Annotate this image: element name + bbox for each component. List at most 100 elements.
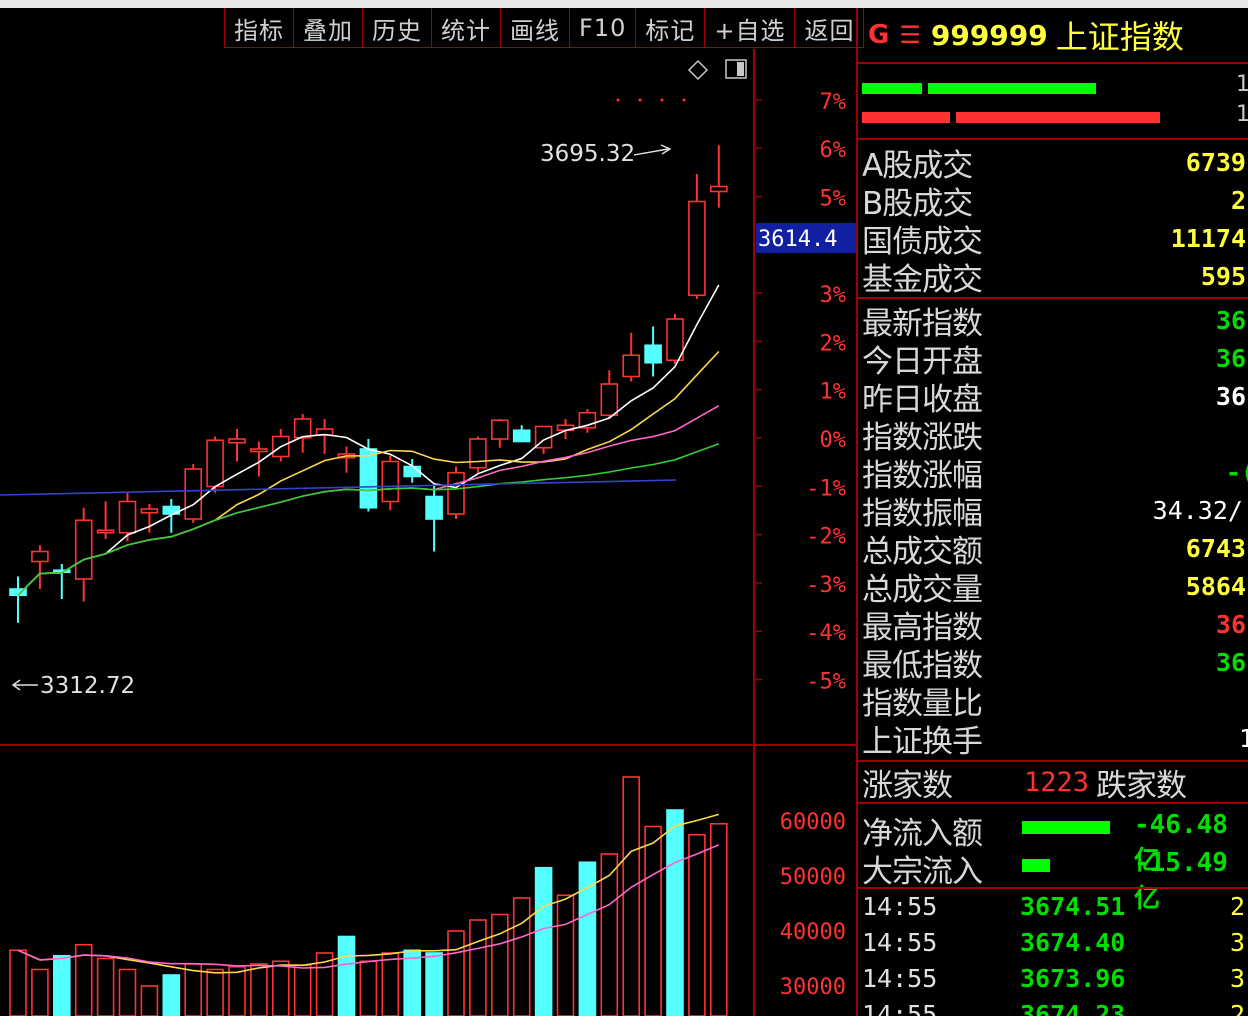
stat-row: 基金成交 595 (858, 257, 1248, 298)
candle (425, 485, 443, 552)
high-annotation: 3695.32 (540, 141, 635, 167)
tick-volume: 2 (1230, 1000, 1246, 1016)
stat-row: 今日开盘 36 (858, 339, 1248, 380)
pct-tick-label: -1% (806, 476, 846, 501)
flow-row: 净流入额 -46.48亿 (858, 808, 1248, 876)
volume-bar (469, 919, 487, 1016)
pct-tick-label: 6% (820, 138, 847, 163)
up-count-value: 1223 (1024, 766, 1090, 798)
candle-body (140, 508, 159, 514)
stat-value: 6739 (1185, 147, 1246, 177)
candle (688, 174, 706, 299)
candle-body (184, 468, 202, 520)
price-axis-layer: 7% 6% 5% 3% 2% 1% 0% -1% -2% -3% -4% -5% 3614.4 (756, 90, 856, 695)
volume-bar (622, 776, 641, 1016)
volume-bar (9, 949, 27, 1016)
down-count-label: 跌家数 (1096, 767, 1187, 804)
low-arrow (11, 679, 38, 691)
candle-body (228, 438, 246, 444)
candle (600, 370, 619, 419)
candle-body (512, 429, 531, 443)
pct-tick-label: 1% (820, 380, 847, 405)
tick-row: 14:55 3674.23 2 (858, 1000, 1248, 1016)
candle-body (206, 439, 224, 488)
volume-bar (96, 957, 115, 1016)
candle (578, 409, 597, 433)
tick-time: 14:55 (862, 892, 938, 921)
candle (490, 419, 509, 448)
tick-time: 14:55 (862, 928, 938, 957)
current-value-box: 3614.4 (756, 223, 856, 253)
volume-bar (31, 968, 49, 1016)
candle-body (600, 383, 619, 417)
candle (622, 332, 641, 382)
buy-ratio-bar (862, 83, 922, 94)
stock-code: 999999 (930, 18, 1048, 52)
diamond-icon[interactable] (687, 59, 709, 81)
candle (469, 436, 487, 474)
candle-body (490, 419, 509, 440)
sell-ratio-bar (862, 112, 950, 123)
volume-bar (447, 930, 465, 1016)
volume-bar (337, 935, 356, 1016)
volume-tick-label: 50000 (780, 865, 846, 890)
pct-tick-label: 0% (820, 428, 847, 453)
candle-body (118, 500, 137, 534)
volume-bar (512, 897, 531, 1016)
tick-price: 3673.96 (1020, 964, 1126, 993)
ma120-line (0, 479, 677, 496)
pct-tick-label: -3% (806, 573, 846, 598)
tick-row: 14:55 3674.40 3 (858, 928, 1248, 964)
candle-body (709, 185, 728, 193)
candle-body (447, 471, 465, 515)
panel-toggle-icon[interactable] (725, 59, 747, 79)
stat-value: 11174 (1170, 223, 1246, 253)
stat-row: 总成交额 6743 (858, 529, 1248, 570)
divider (858, 887, 1248, 889)
volume-bar (228, 965, 246, 1016)
quote-side-panel: G ☰ 999999 上证指数 1 1 A股成交6739 B股成交2 国债成交1… (856, 8, 1248, 1016)
volume-bar (425, 952, 443, 1016)
stat-value: 5864 (1185, 571, 1246, 601)
candle (337, 446, 356, 473)
stat-row: 昨日收盘 36 (858, 377, 1248, 418)
tick-volume: 3 (1230, 928, 1246, 957)
stat-value: 1 (1239, 724, 1248, 753)
tick-row: 14:55 3673.96 3 (858, 964, 1248, 1000)
flow-label: 大宗流入 (862, 854, 983, 890)
net-inflow-bar (1022, 821, 1110, 834)
candle (31, 545, 49, 589)
candle-body (644, 344, 662, 364)
volume-bar (206, 968, 224, 1016)
window-top-border (0, 0, 1248, 8)
candle-body (688, 200, 706, 297)
volume-bar (359, 960, 378, 1016)
stat-row: 总成交量 5864 (858, 567, 1248, 608)
volume-bar (52, 954, 71, 1016)
stat-value: 595 (1200, 261, 1246, 291)
flow-row: 大宗流入 -15.49亿 (858, 846, 1248, 914)
volume-bar (118, 968, 137, 1016)
kline-chart[interactable]: 7% 6% 5% 3% 2% 1% 0% -1% -2% -3% -4% -5% 3614.4 6000… (0, 8, 856, 1016)
stock-header: G ☰ 999999 上证指数 (858, 8, 1248, 64)
candle-body (403, 465, 422, 478)
candle-body (359, 448, 378, 509)
moving-average-layer (0, 284, 720, 596)
volume-bar (490, 913, 509, 1016)
candle-body (622, 354, 641, 378)
tick-time: 14:55 (862, 964, 938, 993)
stock-name: 上证指数 (1055, 18, 1184, 56)
candle (74, 507, 93, 602)
volume-bar (688, 833, 706, 1016)
stat-value: 34.32/( (1152, 495, 1248, 525)
tick-price: 3674.23 (1020, 1000, 1126, 1016)
candle (381, 455, 400, 511)
tick-time: 14:55 (862, 1000, 938, 1016)
pct-tick-label: 5% (820, 187, 847, 212)
volume-tick-label: 60000 (780, 810, 846, 835)
candle (512, 425, 531, 443)
volume-tick-label: 40000 (780, 920, 846, 945)
stat-row: 指数涨幅-( (858, 453, 1248, 494)
menu-icon[interactable]: ☰ (899, 21, 921, 49)
stat-value: 36 (1215, 381, 1246, 411)
